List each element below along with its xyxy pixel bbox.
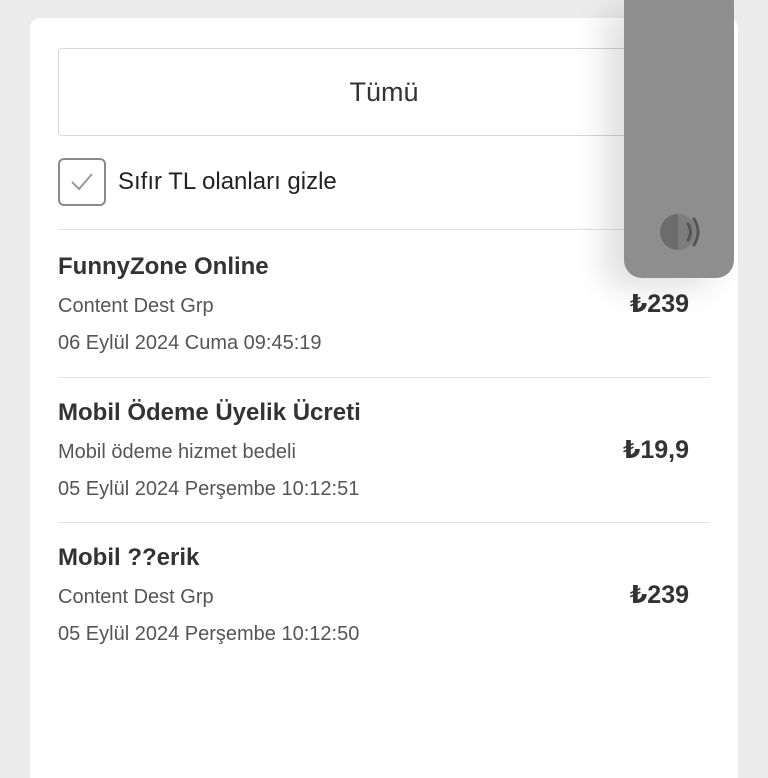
transaction-amount: ₺239: [629, 290, 689, 318]
transaction-title: Mobil Ödeme Üyelik Ücreti: [58, 399, 361, 426]
transaction-item[interactable]: Mobil ??erik Content Dest Grp 05 Eylül 2…: [58, 520, 710, 665]
filter-selected-label: Tümü: [349, 76, 419, 107]
hide-zero-label: Sıfır TL olanları gizle: [118, 168, 337, 195]
transaction-title: Mobil ??erik: [58, 544, 200, 571]
transaction-description: Mobil ödeme hizmet bedeli: [58, 441, 296, 463]
transaction-item[interactable]: Mobil Ödeme Üyelik Ücreti Mobil ödeme hi…: [58, 375, 710, 520]
transaction-amount: ₺239: [629, 581, 689, 609]
checkmark-icon: [71, 173, 93, 191]
transaction-item[interactable]: FunnyZone Online Content Dest Grp 06 Eyl…: [58, 229, 710, 374]
transaction-description: Content Dest Grp: [58, 586, 214, 608]
transaction-amount: ₺19,9: [622, 436, 689, 464]
transaction-description: Content Dest Grp: [58, 295, 214, 317]
filter-dropdown[interactable]: Tümü: [58, 48, 710, 136]
hide-zero-checkbox[interactable]: [58, 158, 106, 206]
transaction-date: 06 Eylül 2024 Cuma 09:45:19: [58, 332, 322, 354]
transaction-date: 05 Eylül 2024 Perşembe 10:12:51: [58, 478, 360, 500]
volume-panel[interactable]: [624, 0, 734, 278]
transaction-title: FunnyZone Online: [58, 253, 269, 280]
speaker-icon[interactable]: [658, 212, 702, 252]
transaction-date: 05 Eylül 2024 Perşembe 10:12:50: [58, 623, 360, 645]
hide-zero-toggle[interactable]: Sıfır TL olanları gizle: [58, 158, 337, 206]
